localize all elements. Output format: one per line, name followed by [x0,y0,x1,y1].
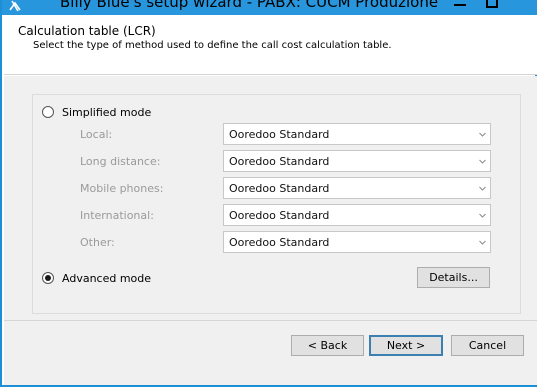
chevron-down-icon [479,159,486,164]
chevron-down-icon [479,213,486,218]
window-title: Billy Blue's setup wizard - PABX: CUCM P… [60,0,439,11]
mobile-phones-select[interactable]: Ooredoo Standard [223,177,491,199]
simplified-mode-radio[interactable] [42,106,54,118]
advanced-mode-radio[interactable] [42,272,54,284]
back-button[interactable]: < Back [291,335,364,356]
minimize-button[interactable] [443,0,477,11]
wizard-content: Simplified mode Local: Ooredoo Standard … [4,76,537,385]
row-label-international: International: [80,209,154,222]
page-title: Calculation table (LCR) [18,24,156,38]
simplified-mode-label[interactable]: Simplified mode [62,106,151,119]
chevron-down-icon [479,132,486,137]
international-select[interactable]: Ooredoo Standard [223,204,491,226]
chevron-down-icon [479,186,486,191]
details-button[interactable]: Details... [417,267,490,288]
next-button[interactable]: Next > [369,335,443,356]
title-bar[interactable]: Billy Blue's setup wizard - PABX: CUCM P… [2,0,537,15]
page-subtitle: Select the type of method used to define… [33,40,392,51]
row-label-other: Other: [80,236,115,249]
international-select-value: Ooredoo Standard [229,209,330,222]
long-distance-select-value: Ooredoo Standard [229,155,330,168]
footer-separator [4,320,537,321]
long-distance-select[interactable]: Ooredoo Standard [223,150,491,172]
minimize-icon [454,0,466,6]
row-label-local: Local: [80,128,113,141]
other-select-value: Ooredoo Standard [229,236,330,249]
local-select-value: Ooredoo Standard [229,128,330,141]
wizard-app-icon [8,0,22,12]
setup-wizard-window: Billy Blue's setup wizard - PABX: CUCM P… [0,0,537,387]
mobile-phones-select-value: Ooredoo Standard [229,182,330,195]
local-select[interactable]: Ooredoo Standard [223,123,491,145]
advanced-mode-label[interactable]: Advanced mode [62,272,151,285]
chevron-down-icon [479,240,486,245]
close-button[interactable] [509,0,537,11]
row-label-long-distance: Long distance: [80,155,161,168]
maximize-button[interactable] [475,0,509,11]
maximize-icon [486,0,498,8]
cancel-button[interactable]: Cancel [451,335,524,356]
wizard-header: Calculation table (LCR) Select the type … [4,15,537,75]
other-select[interactable]: Ooredoo Standard [223,231,491,253]
row-label-mobile-phones: Mobile phones: [80,182,164,195]
